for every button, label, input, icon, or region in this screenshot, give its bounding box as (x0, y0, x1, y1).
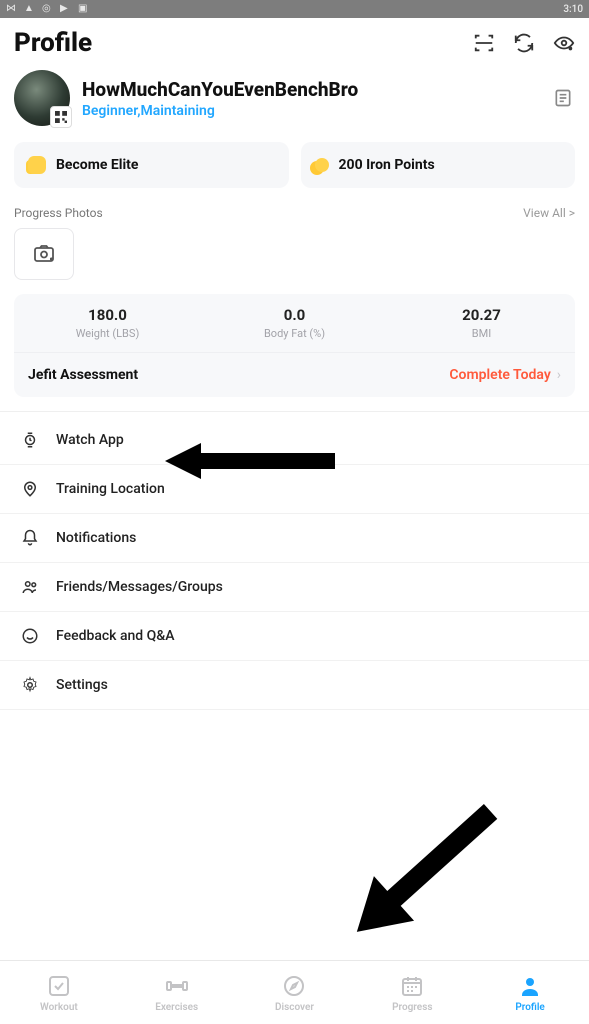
bodyfat-value: 0.0 (205, 306, 384, 324)
bmi-label: BMI (392, 327, 571, 340)
gear-icon (20, 675, 40, 695)
coin-icon (315, 158, 329, 172)
stats-grid: 180.0 Weight (LBS) 0.0 Body Fat (%) 20.2… (14, 294, 575, 352)
promo-row: Become Elite 200 Iron Points (0, 136, 589, 194)
status-time: 3:10 (563, 4, 583, 15)
list-label: Notifications (56, 530, 136, 546)
pin-icon (20, 479, 40, 499)
become-elite-card[interactable]: Become Elite (14, 142, 289, 188)
divider (0, 411, 589, 412)
annotation-arrow-profile-tab (320, 780, 520, 970)
progress-photos-header: Progress Photos View All > (0, 194, 589, 228)
username: HowMuchCanYouEvenBenchBro (82, 78, 539, 101)
compass-icon (281, 973, 307, 999)
stats-card: 180.0 Weight (LBS) 0.0 Body Fat (%) 20.2… (14, 294, 575, 397)
bodyfat-label: Body Fat (%) (205, 327, 384, 340)
iron-points-card[interactable]: 200 Iron Points (301, 142, 576, 188)
person-icon (517, 973, 543, 999)
user-meta: HowMuchCanYouEvenBenchBro Beginner,Maint… (82, 78, 539, 119)
instagram-icon: ◎ (42, 3, 54, 15)
checkbox-icon (46, 973, 72, 999)
progress-photos-label: Progress Photos (14, 206, 103, 220)
bell-icon (20, 528, 40, 548)
watch-icon (20, 430, 40, 450)
weight-label: Weight (LBS) (18, 327, 197, 340)
notes-icon[interactable] (551, 86, 575, 110)
status-bar: ⋈ ▲ ◎ ▶ ▣ 3:10 (0, 0, 589, 18)
list-item-settings[interactable]: Settings (0, 661, 589, 710)
eye-icon[interactable] (553, 32, 575, 54)
warning-icon: ▲ (24, 3, 36, 15)
user-level: Beginner,Maintaining (82, 103, 539, 119)
assessment-cta[interactable]: Complete Today › (449, 367, 561, 383)
stat-weight[interactable]: 180.0 Weight (LBS) (14, 294, 201, 352)
list-label: Training Location (56, 481, 165, 497)
annotation-arrow-location (165, 443, 335, 479)
tab-discover[interactable]: Discover (236, 961, 354, 1024)
smile-icon (20, 626, 40, 646)
tab-workout[interactable]: Workout (0, 961, 118, 1024)
page-header: Profile (0, 18, 589, 64)
tab-label: Workout (40, 1002, 78, 1013)
weight-value: 180.0 (18, 306, 197, 324)
app-icon: ⋈ (6, 3, 18, 15)
tab-label: Discover (275, 1002, 314, 1013)
people-icon (20, 577, 40, 597)
qr-icon[interactable] (50, 106, 72, 128)
status-left: ⋈ ▲ ◎ ▶ ▣ (6, 3, 90, 15)
stat-bmi[interactable]: 20.27 BMI (388, 294, 575, 352)
dumbbell-icon (164, 973, 190, 999)
add-photo-button[interactable] (14, 228, 74, 280)
list-label: Settings (56, 677, 108, 693)
tab-label: Exercises (155, 1002, 198, 1013)
list-label: Feedback and Q&A (56, 628, 175, 644)
tab-label: Profile (515, 1002, 545, 1013)
view-all-link[interactable]: View All > (523, 206, 575, 220)
list-item-friends[interactable]: Friends/Messages/Groups (0, 563, 589, 612)
list-label: Watch App (56, 432, 124, 448)
stat-bodyfat[interactable]: 0.0 Body Fat (%) (201, 294, 388, 352)
avatar[interactable] (14, 70, 70, 126)
calendar-icon (399, 973, 425, 999)
list-item-feedback[interactable]: Feedback and Q&A (0, 612, 589, 661)
list-label: Friends/Messages/Groups (56, 579, 223, 595)
bmi-value: 20.27 (392, 306, 571, 324)
tab-label: Progress (392, 1002, 432, 1013)
tab-progress[interactable]: Progress (353, 961, 471, 1024)
assessment-label: Jefit Assessment (28, 367, 138, 383)
points-label: 200 Iron Points (339, 157, 435, 173)
user-card[interactable]: HowMuchCanYouEvenBenchBro Beginner,Maint… (0, 64, 589, 136)
sync-icon[interactable] (513, 32, 535, 54)
tab-profile[interactable]: Profile (471, 961, 589, 1024)
assessment-row[interactable]: Jefit Assessment Complete Today › (14, 352, 575, 397)
scan-icon[interactable] (473, 32, 495, 54)
tab-exercises[interactable]: Exercises (118, 961, 236, 1024)
elite-badge-icon (28, 156, 46, 174)
chevron-right-icon: › (557, 367, 561, 383)
square-icon: ▣ (78, 3, 90, 15)
play-icon: ▶ (60, 3, 72, 15)
list-item-notifications[interactable]: Notifications (0, 514, 589, 563)
elite-label: Become Elite (56, 157, 138, 173)
page-title: Profile (14, 28, 92, 58)
header-actions (473, 32, 575, 54)
assessment-cta-text: Complete Today (449, 367, 550, 383)
